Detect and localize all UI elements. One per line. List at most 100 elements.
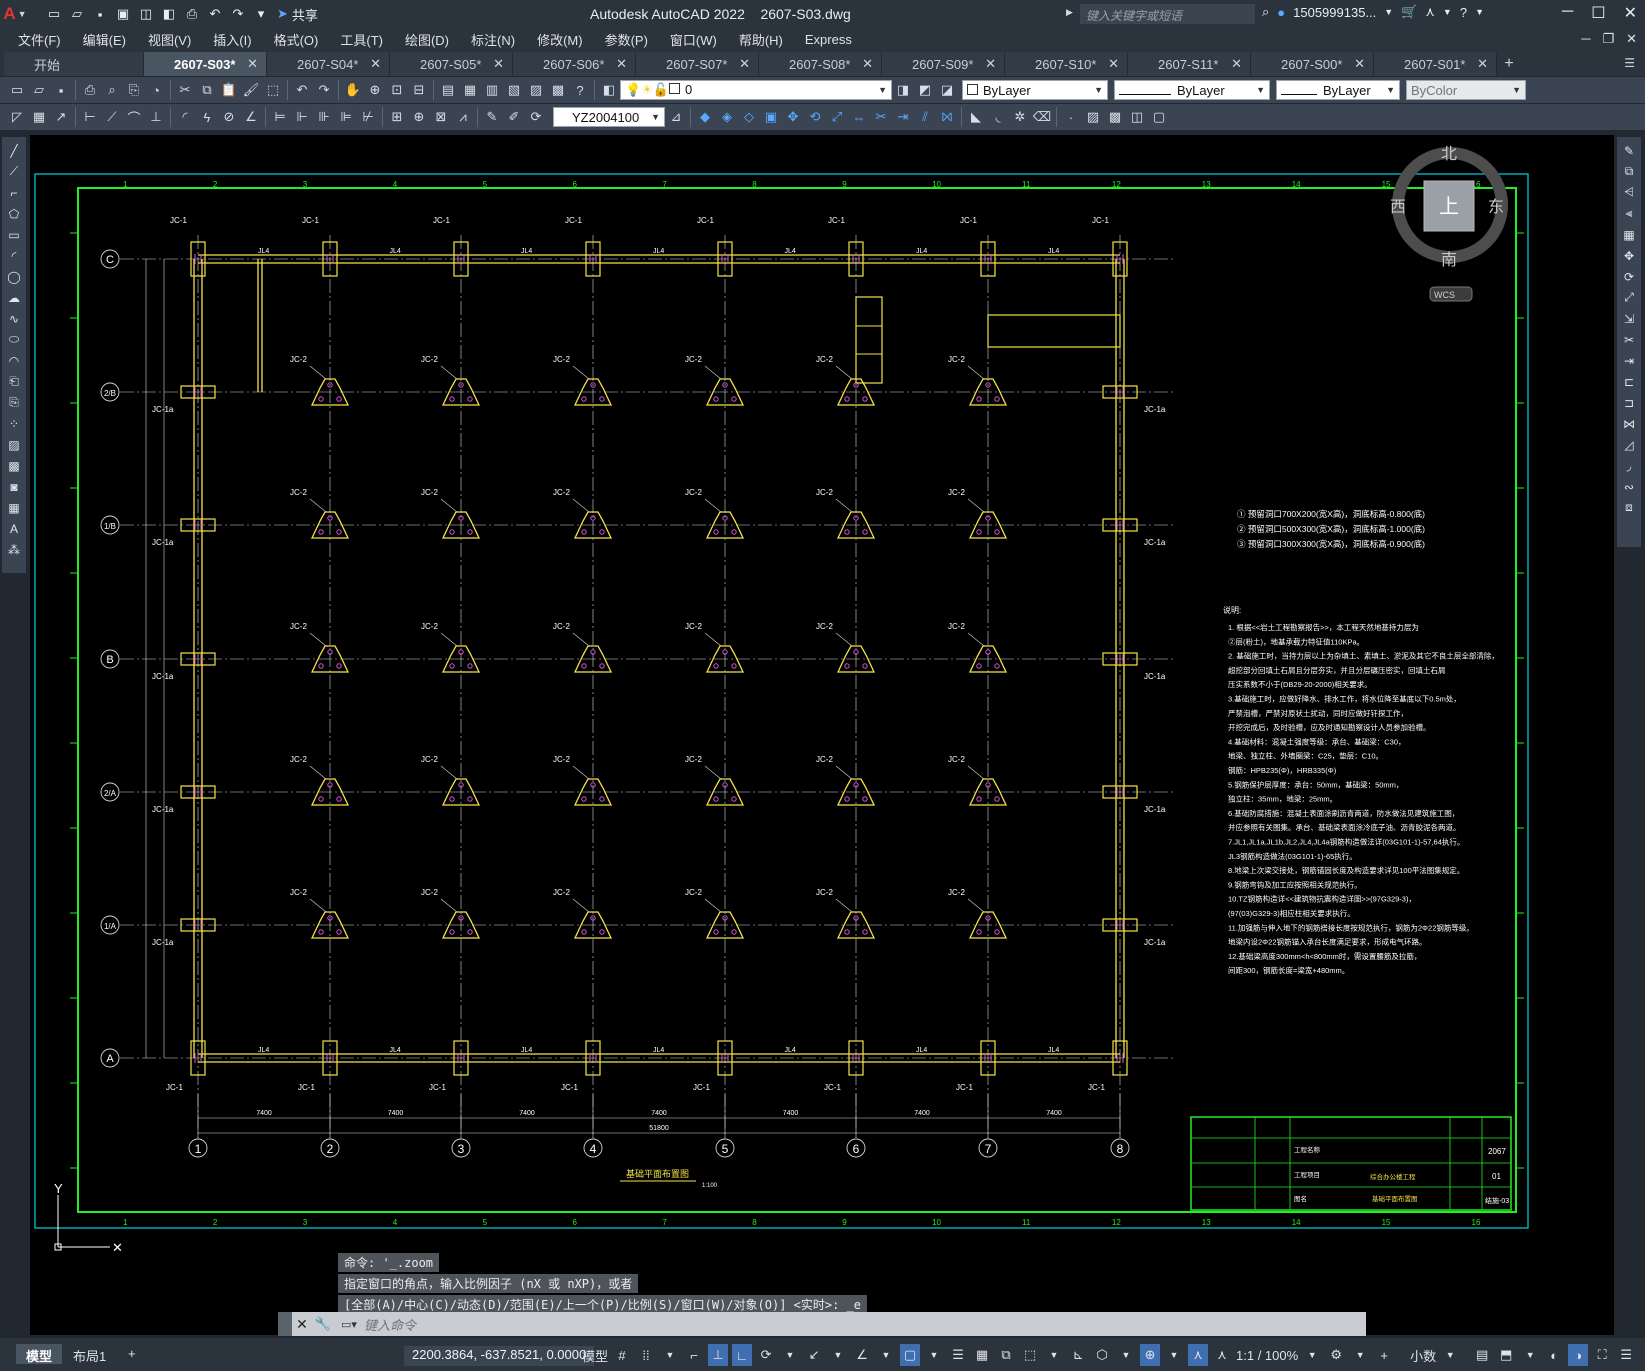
chevron-down-icon[interactable]: ▼	[1443, 7, 1452, 17]
gizmo-icon[interactable]: ⬡	[1092, 1344, 1112, 1366]
dim-update-icon[interactable]: ⟳	[525, 106, 547, 128]
menu-modify[interactable]: 修改(M)	[537, 30, 583, 49]
annotation-scale-icon[interactable]: ⋏	[1212, 1344, 1232, 1366]
radius-dim-icon[interactable]: ◜	[174, 106, 196, 128]
hatch-icon[interactable]: ▨	[4, 435, 24, 454]
open-icon[interactable]: ▱	[28, 79, 50, 101]
chevron-down-icon[interactable]: ▼	[924, 1344, 944, 1366]
doc-close-icon[interactable]: ✕	[1626, 31, 1637, 47]
copy-icon[interactable]: ⧉	[196, 79, 218, 101]
plot-icon[interactable]: ⎙	[182, 5, 202, 23]
customize-qa-icon[interactable]: ▾	[251, 5, 271, 23]
chevron-down-icon[interactable]: ▼	[1440, 1344, 1460, 1366]
close-icon[interactable]: ✕	[739, 56, 750, 72]
close-icon[interactable]: ✕	[493, 56, 504, 72]
erase-icon[interactable]: ⌫	[1031, 106, 1053, 128]
explode-icon[interactable]: ✲	[1009, 106, 1031, 128]
minimize-icon[interactable]: ─	[1562, 3, 1573, 23]
break-at-point-icon[interactable]: ⊏	[1619, 372, 1639, 391]
linetype-dropdown[interactable]: ByLayer ▼	[1114, 80, 1270, 100]
erase-icon[interactable]: ✎	[1619, 141, 1639, 160]
scale-icon[interactable]: ⤢	[826, 106, 848, 128]
object-snap-tracking-icon[interactable]: ↙	[804, 1344, 824, 1366]
tab-model[interactable]: 模型	[16, 1344, 63, 1364]
tab-2607-s00[interactable]: 2607-S00* ✕	[1251, 52, 1374, 76]
layer-dropdown[interactable]: 💡☀🔓 0 ▼	[620, 80, 892, 100]
continue-dim-icon[interactable]: ⊪	[313, 106, 335, 128]
tab-2607-s05[interactable]: 2607-S05* ✕	[390, 52, 513, 76]
offset-icon[interactable]: ⫷	[1619, 204, 1639, 223]
3d-dwf-icon[interactable]: ◔	[145, 79, 167, 101]
help-icon[interactable]: ?	[569, 79, 591, 101]
open-folder-icon[interactable]: ▱	[67, 5, 87, 23]
stretch-icon[interactable]: ⇔	[848, 106, 870, 128]
polygon-icon[interactable]: ⬠	[4, 204, 24, 223]
close-icon[interactable]: ✕	[370, 56, 381, 72]
zoom-window-icon[interactable]: ⊡	[386, 79, 408, 101]
ordinate-dim-icon[interactable]: ⊥	[145, 106, 167, 128]
menu-help[interactable]: 帮助(H)	[739, 30, 783, 49]
isometric-icon[interactable]: ⟳	[756, 1344, 776, 1366]
search-input[interactable]: 键入关键字或短语	[1080, 4, 1255, 24]
inspect-icon[interactable]: ⊠	[430, 106, 452, 128]
ellipse-arc-icon[interactable]: ◠	[4, 351, 24, 370]
arc-length-icon[interactable]: ⌒	[123, 106, 145, 128]
rectangle-icon[interactable]: ▭	[4, 225, 24, 244]
cut-icon[interactable]: ✂	[174, 79, 196, 101]
lineweight-dropdown[interactable]: ByLayer ▼	[1276, 80, 1400, 100]
mirror-icon[interactable]: ⩤	[1619, 183, 1639, 202]
ellipse-icon[interactable]: ⬭	[4, 330, 24, 349]
chamfer-icon[interactable]: ◿	[1619, 435, 1639, 454]
auto-scale-icon[interactable]: ⋏	[1188, 1344, 1209, 1366]
chevron-right-icon[interactable]: ▶	[1066, 7, 1073, 18]
menu-view[interactable]: 视图(V)	[148, 30, 191, 49]
chamfer-icon[interactable]: ◣	[965, 106, 987, 128]
join-icon[interactable]: ⨝	[936, 106, 958, 128]
new-tab-button[interactable]: +	[1497, 52, 1521, 76]
menu-file[interactable]: 文件(F)	[18, 30, 61, 49]
help-icon[interactable]: ?	[1460, 5, 1467, 20]
array-icon[interactable]: ▣	[760, 106, 782, 128]
3d-osnap-icon[interactable]: ⬚	[1020, 1344, 1040, 1366]
tab-2607-s04[interactable]: 2607-S04* ✕	[267, 52, 390, 76]
lock-ui-icon[interactable]: ⬒	[1496, 1344, 1516, 1366]
dim-edit-icon[interactable]: ✎	[481, 106, 503, 128]
add-selected-icon[interactable]: ⁂	[4, 540, 24, 559]
close-icon[interactable]: ✕	[1108, 56, 1119, 72]
tolerance-icon[interactable]: ⊞	[386, 106, 408, 128]
angular-dim-icon[interactable]: ∠	[240, 106, 262, 128]
redo-icon[interactable]: ↷	[228, 5, 248, 23]
menu-dimension[interactable]: 标注(N)	[471, 30, 515, 49]
stretch-icon[interactable]: ⇲	[1619, 309, 1639, 328]
layer-properties-icon[interactable]: ◧	[598, 79, 620, 101]
layer-previous-icon[interactable]: ◩	[914, 79, 936, 101]
gradient-icon[interactable]: ▩	[1104, 106, 1126, 128]
chevron-down-icon[interactable]: ▼	[660, 1344, 680, 1366]
save-web-icon[interactable]: ◧	[159, 5, 179, 23]
copy-object-icon[interactable]: ◆	[694, 106, 716, 128]
properties-icon[interactable]: ▤	[437, 79, 459, 101]
baseline-dim-icon[interactable]: ⊩	[291, 106, 313, 128]
close-icon[interactable]: ✕	[1354, 56, 1365, 72]
table-icon[interactable]: ▦	[4, 498, 24, 517]
isolate-objects-icon[interactable]: ◐	[1544, 1344, 1564, 1366]
close-icon[interactable]: ✕	[862, 56, 873, 72]
menu-window[interactable]: 窗口(W)	[670, 30, 717, 49]
extend-icon[interactable]: ⇥	[892, 106, 914, 128]
copy-icon[interactable]: ⧉	[1619, 162, 1639, 181]
object-snap-icon[interactable]: ▢	[900, 1344, 921, 1366]
command-line-grip[interactable]	[278, 1312, 292, 1336]
jogged-linear-icon[interactable]: ⩘	[452, 106, 474, 128]
chevron-down-icon[interactable]: ▼	[876, 1344, 896, 1366]
dim-style-dropdown[interactable]: YZ2004100 ▼	[553, 107, 665, 127]
tab-2607-s06[interactable]: 2607-S06* ✕	[513, 52, 636, 76]
save-as-icon[interactable]: ▣	[113, 5, 133, 23]
menu-insert[interactable]: 插入(I)	[213, 30, 251, 49]
close-icon[interactable]: ✕	[616, 56, 627, 72]
menu-express[interactable]: Express	[805, 32, 852, 47]
user-icon[interactable]: ●	[1277, 5, 1285, 20]
close-icon[interactable]: ✕	[985, 56, 996, 72]
zoom-realtime-icon[interactable]: ⊕	[364, 79, 386, 101]
multileader-icon[interactable]: ↗	[50, 106, 72, 128]
model-space-toggle[interactable]: 模型	[582, 1344, 608, 1366]
